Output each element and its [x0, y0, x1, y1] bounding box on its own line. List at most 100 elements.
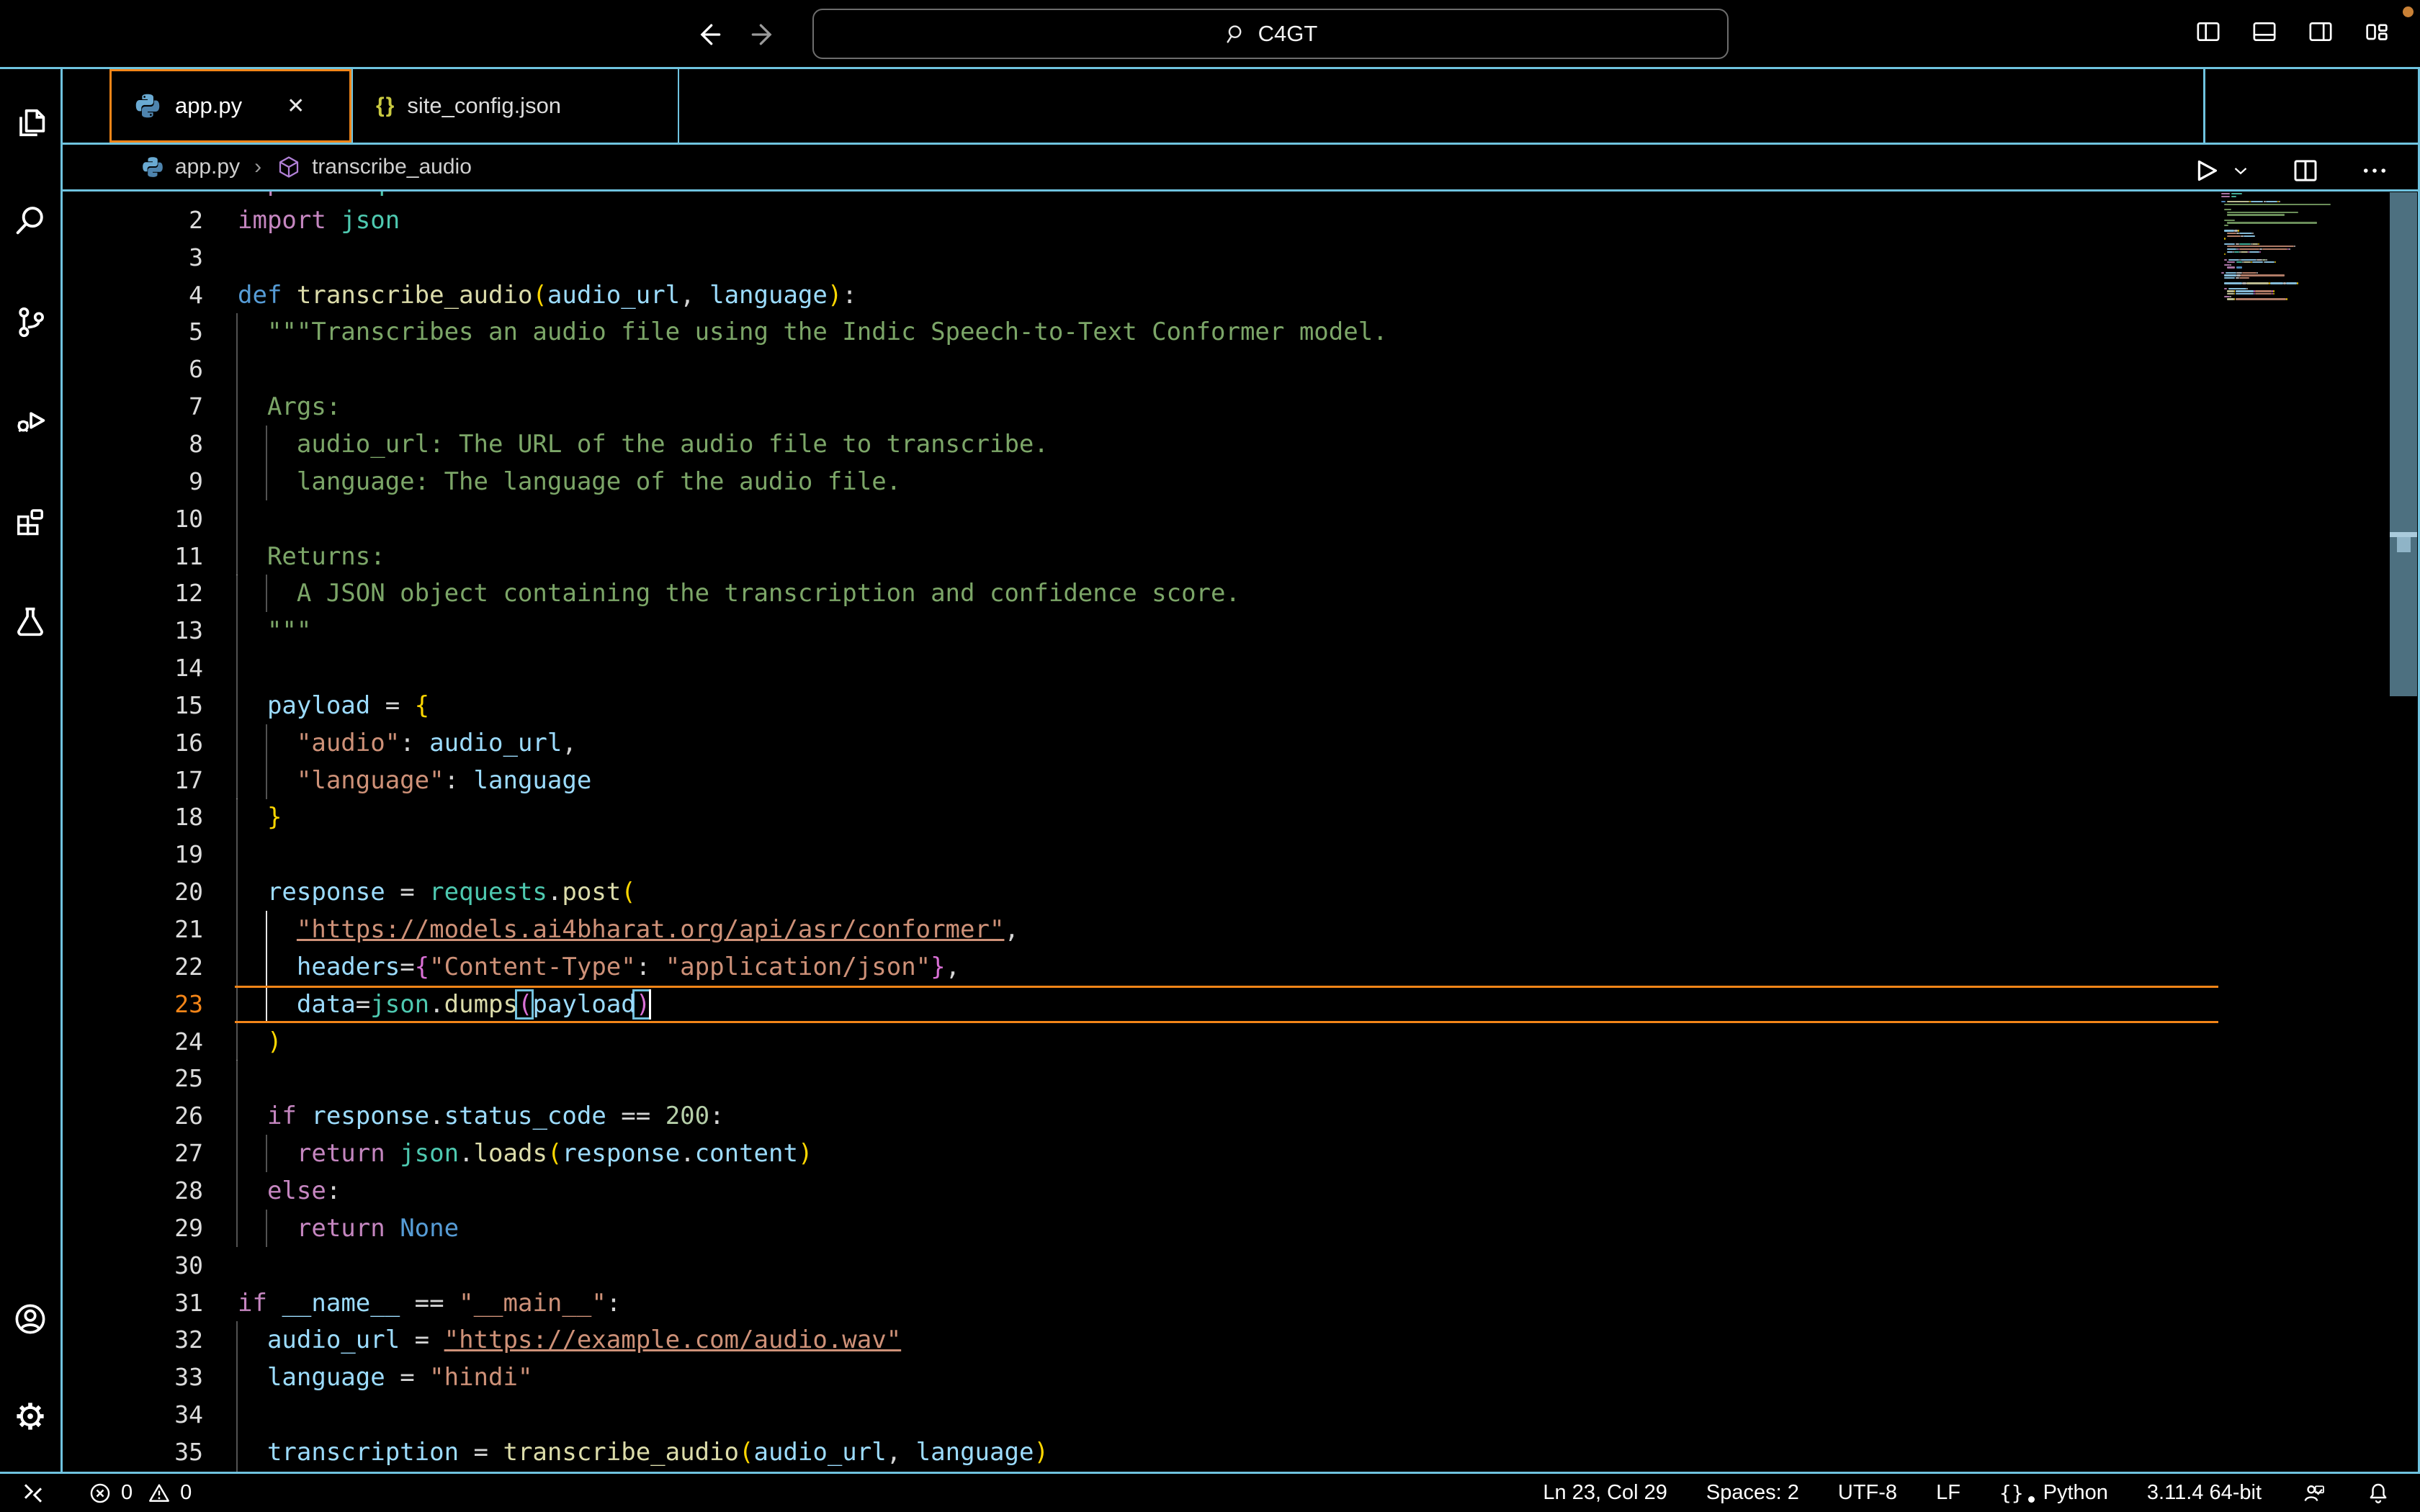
code-line[interactable]: 22 headers={"Content-Type": "application…: [0, 948, 2420, 986]
code-line[interactable]: 28 else:: [0, 1172, 2420, 1210]
code-line[interactable]: 31if __name__ == "__main__":: [0, 1284, 2420, 1322]
toggle-sidebar-icon[interactable]: [2194, 17, 2223, 46]
remote-indicator-icon[interactable]: [19, 1479, 48, 1508]
minimap-line: [2266, 259, 2267, 261]
code-line[interactable]: 18 }: [0, 798, 2420, 836]
problems-status[interactable]: 0 0: [88, 1481, 192, 1506]
toggle-panel-icon[interactable]: [2250, 17, 2279, 46]
minimap-line: [2227, 214, 2285, 215]
indent-guide: [236, 836, 238, 873]
toggle-secondary-sidebar-icon[interactable]: [2306, 17, 2335, 46]
code-text: "audio": audio_url,: [238, 724, 577, 762]
minimap-line: [2224, 274, 2237, 276]
code-line[interactable]: 7 Args:: [0, 388, 2420, 426]
line-number: 31: [72, 1284, 203, 1322]
cursor-position-status[interactable]: Ln 23, Col 29: [1543, 1481, 1667, 1505]
code-line[interactable]: 30: [0, 1247, 2420, 1284]
line-number: 25: [72, 1060, 203, 1097]
minimap-line: [2241, 251, 2248, 253]
minimap-line: [2241, 259, 2256, 261]
minimap-line: [2236, 298, 2286, 300]
code-line[interactable]: 17 "language": language: [0, 762, 2420, 799]
code-line[interactable]: 15 payload = {: [0, 687, 2420, 724]
encoding-status[interactable]: UTF-8: [1838, 1481, 1897, 1505]
code-line[interactable]: 6: [0, 351, 2420, 388]
minimap-line: [2238, 230, 2239, 231]
back-icon[interactable]: [693, 19, 725, 50]
code-editor[interactable]: 1import requests2import json34def transc…: [0, 192, 2420, 1472]
code-line[interactable]: 21 "https://models.ai4bharat.org/api/asr…: [0, 911, 2420, 948]
minimap-line: [2227, 248, 2237, 250]
code-line[interactable]: 23 data=json.dumps(payload): [0, 986, 2420, 1023]
code-line[interactable]: 12 A JSON object containing the transcri…: [0, 575, 2420, 612]
minimap-line: [2230, 296, 2231, 297]
sidebar-item-explorer[interactable]: [12, 104, 49, 141]
code-line[interactable]: 33 language = "hindi": [0, 1359, 2420, 1396]
minimap-line: [2231, 196, 2237, 197]
code-line[interactable]: 35 transcription = transcribe_audio(audi…: [0, 1434, 2420, 1471]
close-icon[interactable]: ✕: [287, 94, 305, 119]
minimap-line: [2227, 290, 2234, 292]
code-line[interactable]: 19: [0, 836, 2420, 873]
code-line[interactable]: 13 """: [0, 612, 2420, 649]
minimap-line: [2251, 201, 2264, 202]
line-number: 15: [72, 687, 203, 724]
code-line[interactable]: 11 Returns:: [0, 538, 2420, 575]
line-number: 14: [72, 649, 203, 687]
tab-app-py[interactable]: app.py ✕: [109, 69, 351, 143]
tab-bar: app.py ✕ {} site_config.json: [63, 69, 2420, 143]
minimap-line: [2221, 196, 2230, 197]
command-center-search[interactable]: C4GT: [812, 9, 1729, 59]
eol-status[interactable]: LF: [1936, 1481, 1960, 1505]
code-line[interactable]: 32 audio_url = "https://example.com/audi…: [0, 1321, 2420, 1359]
code-text: "language": language: [238, 762, 591, 799]
code-line[interactable]: 27 return json.loads(response.content): [0, 1135, 2420, 1172]
customize-layout-icon[interactable]: [2362, 17, 2391, 46]
minimap[interactable]: [2218, 192, 2388, 1472]
code-line[interactable]: 4def transcribe_audio(audio_url, languag…: [0, 276, 2420, 314]
scrollbar-slider[interactable]: [2390, 192, 2417, 696]
code-text: Returns:: [238, 538, 385, 575]
minimap-line: [2241, 274, 2284, 276]
minimap-line: [2297, 282, 2298, 284]
minimap-line: [2239, 233, 2252, 234]
line-number: 6: [72, 351, 203, 388]
minimap-line: [2239, 248, 2259, 250]
indentation-status[interactable]: Spaces: 2: [1706, 1481, 1799, 1505]
feedback-icon[interactable]: [2300, 1480, 2326, 1506]
language-mode-status[interactable]: {} Python: [1999, 1481, 2108, 1505]
line-number: 19: [72, 836, 203, 873]
line-number: 12: [72, 575, 203, 612]
minimap-line: [2224, 296, 2230, 297]
code-line[interactable]: 1import requests: [0, 192, 2420, 202]
code-line[interactable]: 2import json: [0, 202, 2420, 239]
code-line[interactable]: 24 ): [0, 1023, 2420, 1061]
code-line[interactable]: 5 """Transcribes an audio file using the…: [0, 313, 2420, 351]
code-line[interactable]: 10: [0, 500, 2420, 538]
code-text: def transcribe_audio(audio_url, language…: [238, 276, 857, 314]
code-line[interactable]: 20 response = requests.post(: [0, 873, 2420, 911]
code-text: "https://models.ai4bharat.org/api/asr/co…: [238, 911, 1019, 948]
line-number: 9: [72, 463, 203, 500]
indent-guide: [236, 1396, 238, 1434]
code-line[interactable]: 26 if response.status_code == 200:: [0, 1097, 2420, 1135]
forward-icon[interactable]: [748, 19, 779, 50]
code-line[interactable]: 14: [0, 649, 2420, 687]
minimap-line: [2224, 225, 2228, 226]
minimap-line: [2236, 261, 2242, 263]
line-number: 2: [72, 202, 203, 239]
code-line[interactable]: 34: [0, 1396, 2420, 1434]
tab-site-config-json[interactable]: {} site_config.json: [351, 69, 679, 143]
code-line[interactable]: 9 language: The language of the audio fi…: [0, 463, 2420, 500]
code-line[interactable]: 25: [0, 1060, 2420, 1097]
python-interpreter-status[interactable]: 3.11.4 64-bit: [2147, 1481, 2262, 1505]
code-line[interactable]: 29 return None: [0, 1210, 2420, 1247]
code-line[interactable]: 3: [0, 239, 2420, 276]
breadcrumb-item-file[interactable]: app.py: [175, 155, 240, 179]
minimap-line: [2227, 222, 2317, 223]
line-number: 3: [72, 239, 203, 276]
breadcrumb-item-symbol[interactable]: transcribe_audio: [312, 155, 472, 179]
code-line[interactable]: 8 audio_url: The URL of the audio file t…: [0, 426, 2420, 463]
code-line[interactable]: 16 "audio": audio_url,: [0, 724, 2420, 762]
notifications-bell-icon[interactable]: [2365, 1480, 2391, 1506]
